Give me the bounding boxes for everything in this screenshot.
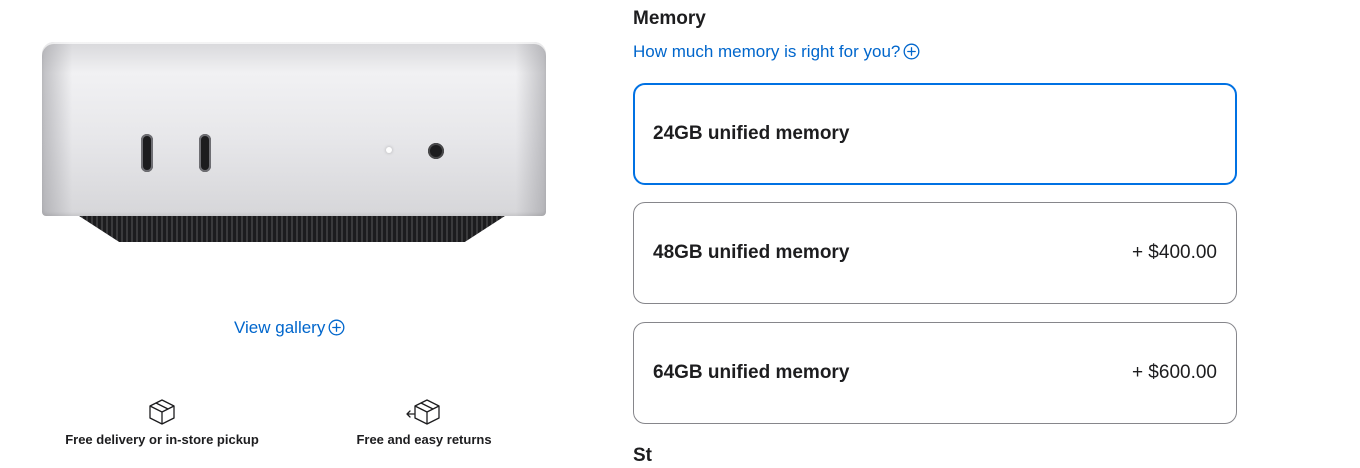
product-image: [40, 40, 548, 246]
free-delivery-service: Free delivery or in-store pickup: [65, 398, 259, 447]
product-vent: [76, 214, 508, 242]
free-returns-label: Free and easy returns: [356, 432, 492, 447]
view-gallery-label: View gallery: [234, 318, 326, 337]
memory-option-price: + $600.00: [1131, 362, 1217, 383]
product-body: [42, 42, 546, 216]
power-led: [386, 147, 392, 153]
box-return-icon: [405, 398, 443, 431]
memory-help-label: How much memory is right for you?: [633, 42, 901, 61]
memory-option-label: 64GB unified memory: [653, 362, 850, 383]
memory-option-24gb[interactable]: 24GB unified memory: [633, 83, 1237, 185]
memory-option-label: 24GB unified memory: [653, 123, 850, 144]
box-icon: [147, 398, 177, 431]
free-returns-service: Free and easy returns: [356, 398, 492, 447]
memory-help-link[interactable]: How much memory is right for you?: [633, 42, 920, 65]
memory-section-title: Memory: [633, 8, 706, 29]
usb-c-port-right: [199, 134, 211, 172]
headphone-jack: [428, 143, 444, 159]
next-section-title: St: [633, 445, 652, 466]
plus-circle-icon: [328, 319, 345, 341]
free-delivery-label: Free delivery or in-store pickup: [65, 432, 259, 447]
view-gallery-link[interactable]: View gallery: [234, 318, 345, 341]
memory-option-price: + $400.00: [1131, 242, 1217, 263]
usb-c-port-left: [141, 134, 153, 172]
memory-option-48gb[interactable]: 48GB unified memory + $400.00: [633, 202, 1237, 304]
memory-option-64gb[interactable]: 64GB unified memory + $600.00: [633, 322, 1237, 424]
plus-circle-icon: [903, 43, 920, 65]
memory-option-label: 48GB unified memory: [653, 242, 850, 263]
